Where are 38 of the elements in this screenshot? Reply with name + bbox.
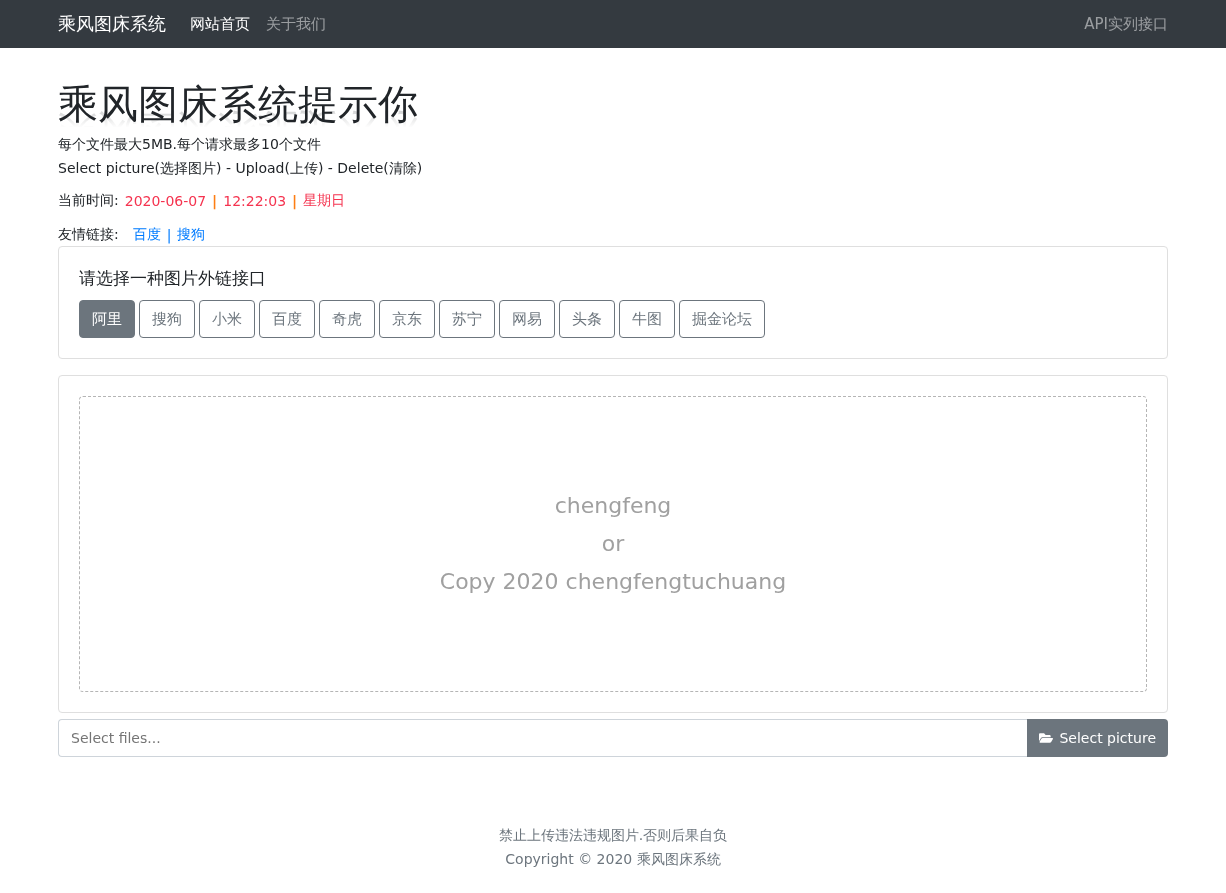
api-option-button[interactable]: 掘金论坛 [679,300,765,338]
api-option-button[interactable]: 奇虎 [319,300,375,338]
links-label: 友情链接: [58,226,119,244]
drop-zone-text: or [601,530,625,558]
separator: | [292,193,298,209]
api-option-button[interactable]: 小米 [199,300,255,338]
separator: | [166,227,172,243]
drop-zone-text: Copy 2020 chengfengtuchuang [439,568,787,596]
time-text: 12:22:03 [223,193,287,209]
drop-zone[interactable]: chengfeng or Copy 2020 chengfengtuchuang [79,396,1147,692]
drop-zone-text: chengfeng [554,492,672,520]
api-option-button[interactable]: 牛图 [619,300,675,338]
select-picture-button[interactable]: Select picture [1027,719,1168,757]
folder-icon [1039,731,1054,745]
api-option-button[interactable]: 苏宁 [439,300,495,338]
brand-link[interactable]: 乘风图床系统 [58,12,166,36]
api-option-button[interactable]: 头条 [559,300,615,338]
card-title: 请选择一种图片外链接口 [79,267,267,290]
time-label: 当前时间: [58,192,119,210]
friend-link[interactable]: 搜狗 [177,226,206,244]
friend-link[interactable]: 百度 [132,226,161,244]
api-option-button[interactable]: 网易 [499,300,555,338]
nav-link[interactable]: API实列接口 [1084,14,1168,34]
date-text: 2020-06-07 [124,193,207,209]
api-option-button[interactable]: 京东 [379,300,435,338]
api-option-button[interactable]: 阿里 [79,300,135,338]
api-option-button[interactable]: 搜狗 [139,300,195,338]
separator: | [212,193,218,209]
api-option-button[interactable]: 百度 [259,300,315,338]
file-input-field[interactable]: Select files... [58,719,1028,757]
footer-text: 禁止上传违法违规图片.否则后果自负 [498,826,728,845]
nav-link[interactable]: 关于我们 [266,14,326,34]
page-heading: 乘风图床系统提示你 [58,80,418,128]
nav-link[interactable]: 网站首页 [190,14,250,34]
info-text: Select picture(选择图片) - Upload(上传) - Delete(清除) [58,159,424,178]
weekday-text: 星期日 [303,192,346,210]
info-text: 每个文件最大5MB.每个请求最多10个文件 [58,135,322,154]
footer-text: Copyright © 2020 乘风图床系统 [505,850,721,869]
